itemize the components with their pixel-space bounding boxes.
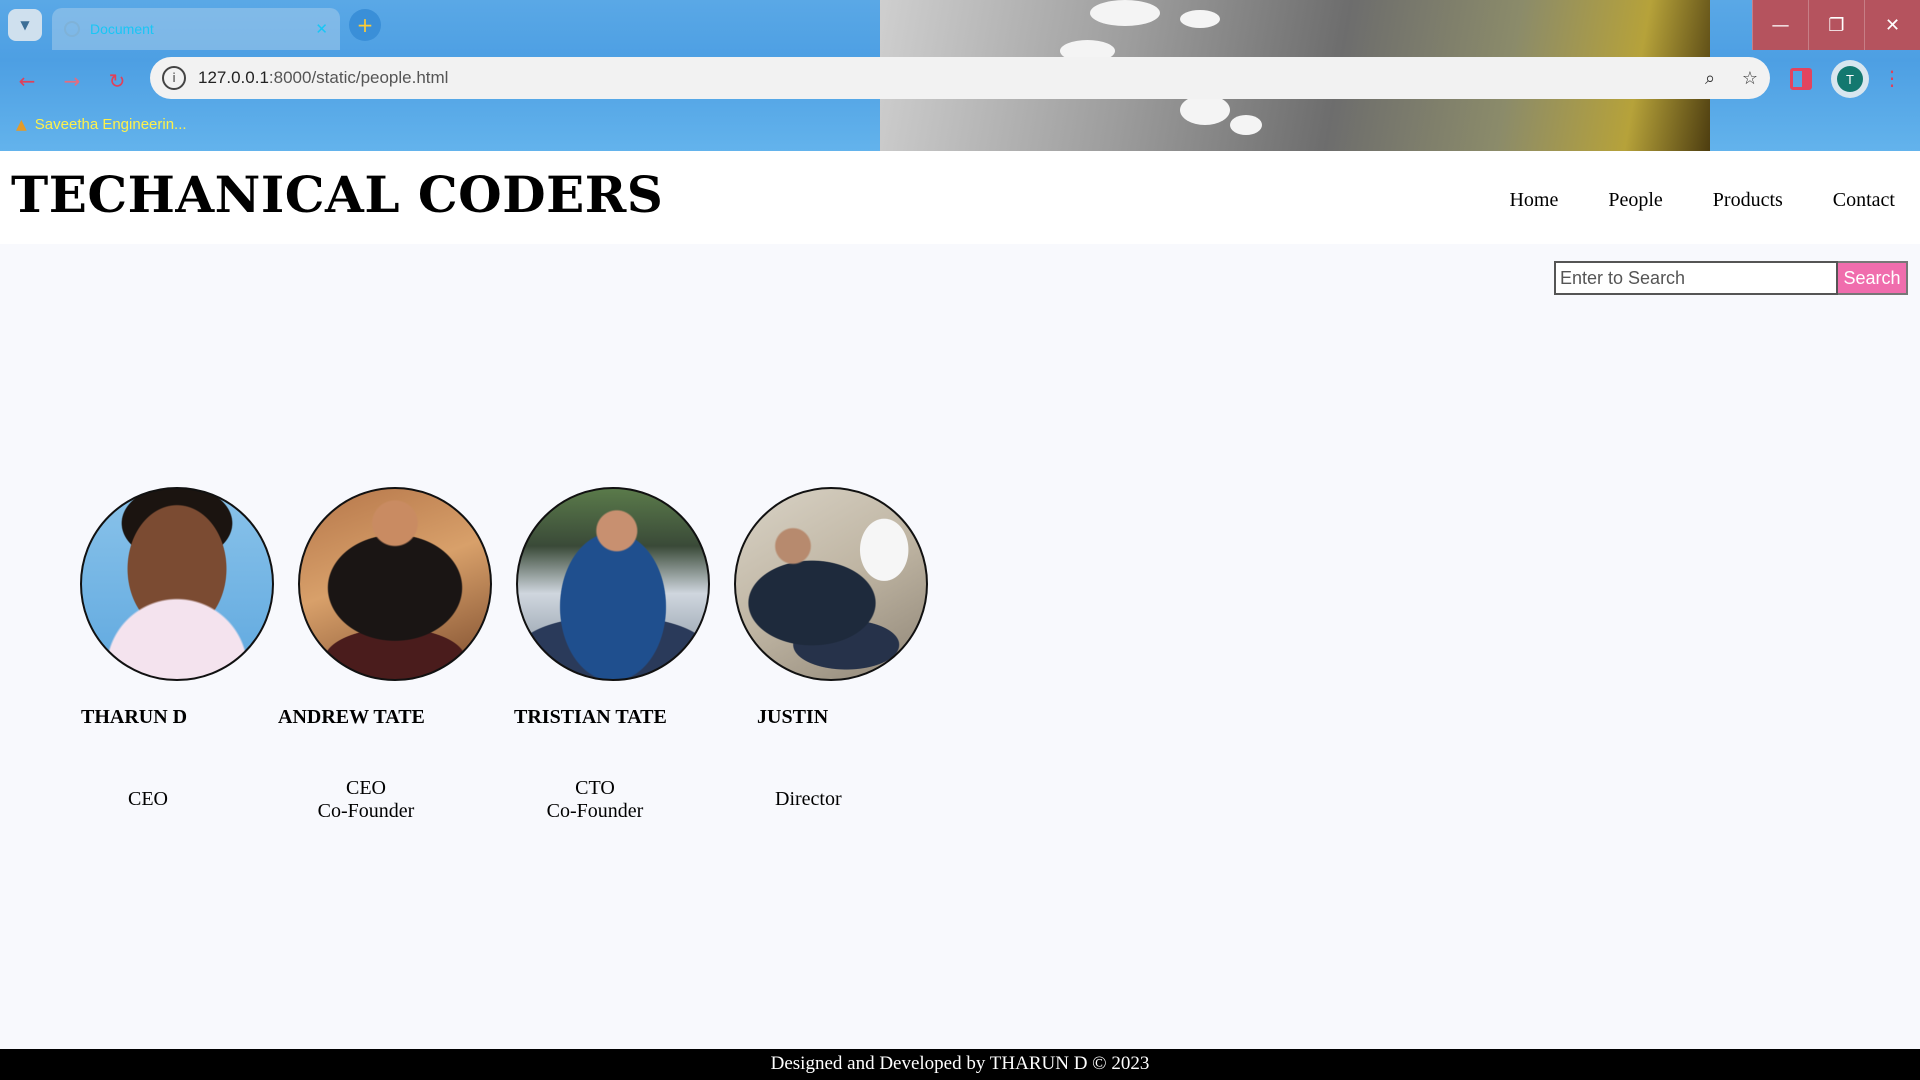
site-header: TECHANICAL CODERS Home People Products C… <box>0 151 1920 244</box>
site-nav: Home People Products Contact <box>1459 189 1895 212</box>
forward-arrow-icon[interactable]: → <box>57 66 87 96</box>
browser-tab[interactable]: Document ✕ <box>52 8 340 50</box>
nav-people[interactable]: People <box>1608 189 1662 212</box>
person-card: THARUN D CEO <box>80 487 274 810</box>
kebab-menu-icon[interactable]: ⋮ <box>1882 66 1902 90</box>
tab-search-button[interactable]: ▼ <box>8 9 42 41</box>
globe-icon <box>64 21 80 37</box>
star-icon[interactable]: ☆ <box>1730 68 1770 89</box>
close-icon[interactable]: ✕ <box>315 20 328 38</box>
window-controls: — ❐ ✕ <box>1752 0 1920 50</box>
search-input[interactable] <box>1554 261 1838 295</box>
url-path: :8000/static/people.html <box>268 68 449 87</box>
new-tab-button[interactable]: + <box>349 9 381 41</box>
bookmark-favicon-icon: ▲ <box>16 116 27 133</box>
person-role-line: CTO <box>575 777 615 799</box>
bookmark-item[interactable]: ▲ Saveetha Engineerin... <box>16 116 187 133</box>
footer: Designed and Developed by THARUN D © 202… <box>0 1049 1920 1080</box>
nav-products[interactable]: Products <box>1713 189 1783 212</box>
person-photo <box>80 487 274 681</box>
address-bar[interactable]: i 127.0.0.1 :8000/static/people.html ⌕ ☆ <box>150 57 1770 99</box>
person-role-line: Co-Founder <box>317 800 415 822</box>
person-photo <box>298 487 492 681</box>
search-button[interactable]: Search <box>1838 261 1908 295</box>
person-name: THARUN D <box>81 706 188 728</box>
person-card: ANDREW TATE CEO Co-Founder <box>278 487 492 822</box>
avatar-initial: T <box>1837 66 1863 92</box>
person-role: Director <box>775 777 842 811</box>
zoom-icon[interactable]: ⌕ <box>1690 68 1730 89</box>
close-window-button[interactable]: ✕ <box>1864 0 1920 50</box>
person-role-line: CEO <box>346 777 386 799</box>
person-name: TRISTIAN TATE <box>514 706 667 728</box>
nav-home[interactable]: Home <box>1509 189 1558 212</box>
url-host: 127.0.0.1 <box>198 68 269 87</box>
side-panel-icon[interactable] <box>1790 68 1812 90</box>
person-role-line: CEO <box>128 788 168 810</box>
person-photo <box>734 487 928 681</box>
person-role-line: Director <box>775 788 842 810</box>
person-role-line: Co-Founder <box>546 800 644 822</box>
person-name: JUSTIN <box>757 706 829 728</box>
toolbar: ← → ↻ i 127.0.0.1 :8000/static/people.ht… <box>0 54 1920 104</box>
restore-button[interactable]: ❐ <box>1808 0 1864 50</box>
nav-contact[interactable]: Contact <box>1833 189 1895 212</box>
person-card: TRISTIAN TATE CTO Co-Founder <box>514 487 710 822</box>
person-role: CTO Co-Founder <box>540 777 650 823</box>
bookmark-label: Saveetha Engineerin... <box>34 116 187 133</box>
site-info-icon[interactable]: i <box>162 66 186 90</box>
person-photo <box>516 487 710 681</box>
profile-avatar[interactable]: T <box>1831 60 1869 98</box>
person-role: CEO Co-Founder <box>306 777 426 823</box>
person-card: JUSTIN Director <box>734 487 928 810</box>
back-arrow-icon[interactable]: ← <box>12 66 42 96</box>
reload-icon[interactable]: ↻ <box>102 66 132 96</box>
search-form: Search <box>1554 261 1908 295</box>
person-role: CEO <box>128 777 168 811</box>
person-name: ANDREW TATE <box>278 706 425 728</box>
tab-title: Document <box>90 21 154 37</box>
site-title: TECHANICAL CODERS <box>11 165 664 224</box>
minimize-button[interactable]: — <box>1752 0 1808 50</box>
browser-chrome: ▼ Document ✕ + — ❐ ✕ ← → ↻ i 127.0.0.1 :… <box>0 0 1920 151</box>
